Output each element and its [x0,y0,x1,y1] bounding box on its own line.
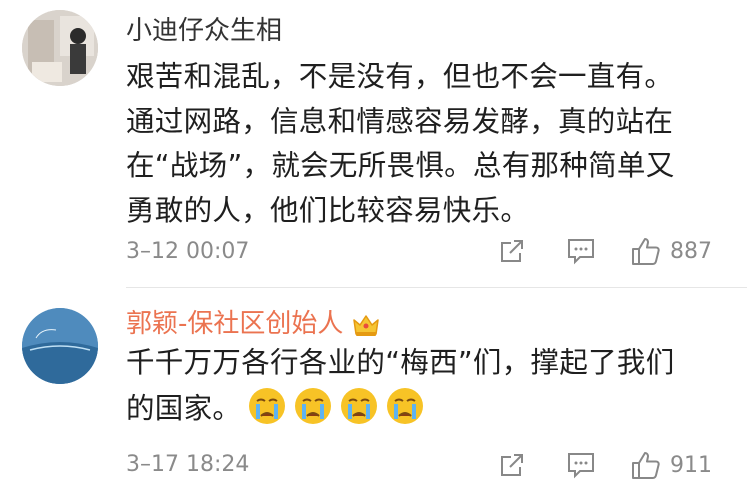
forward-icon [501,240,523,262]
username[interactable]: 郭颖-保社区创始人 [126,307,381,341]
like-button[interactable]: 887 [630,231,712,271]
comment-item: 小迪仔众生相 艰苦和混乱，不是没有，但也不会一直有。 通过网路，信息和情感容易发… [0,0,747,287]
like-button[interactable]: 911 [630,445,712,485]
like-count: 887 [670,238,712,264]
crying-face-icon [293,386,333,426]
forward-button[interactable] [498,231,530,271]
avatar[interactable] [22,10,98,86]
crying-face-icon [339,386,379,426]
like-count: 911 [670,452,712,478]
comment-actions: 911 [0,445,747,485]
vip-crown-icon [351,312,381,338]
thumbs-up-icon [632,452,660,479]
username[interactable]: 小迪仔众生相 [126,14,282,48]
forward-button[interactable] [498,445,530,485]
thumbs-up-icon [632,238,660,265]
reply-icon [568,239,594,265]
crying-face-icon [385,386,425,426]
username-label: 郭颖-保社区创始人 [126,309,344,339]
comment-item: 郭颖-保社区创始人 千千万万各行各业的“梅西”们，撑起了我们 的国家。 3–17… [0,288,747,495]
avatar[interactable] [22,308,98,384]
crying-face-icon [247,386,287,426]
avatar-photo [22,308,98,384]
comment-actions: 887 [0,231,747,271]
comment-text: 艰苦和混乱，不是没有，但也不会一直有。 通过网路，信息和情感容易发酵，真的站在 … [126,60,675,227]
reply-button[interactable] [566,445,598,485]
comment-text: 千千万万各行各业的“梅西”们，撑起了我们 的国家。 [126,341,726,431]
forward-icon [501,454,523,476]
reply-icon [568,453,594,479]
avatar-photo [22,10,98,86]
reply-button[interactable] [566,231,598,271]
